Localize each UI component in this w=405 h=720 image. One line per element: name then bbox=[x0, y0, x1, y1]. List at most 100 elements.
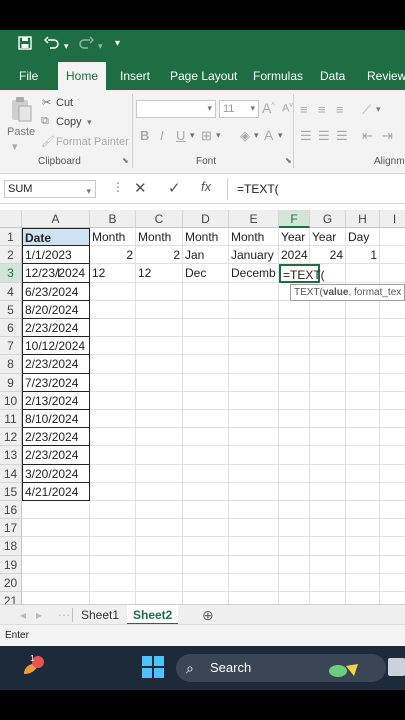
enter-icon[interactable]: ✓ bbox=[168, 179, 181, 197]
row-header-3[interactable]: 3 bbox=[0, 264, 22, 283]
cell-c8[interactable] bbox=[136, 355, 183, 374]
cell-e10[interactable] bbox=[229, 391, 279, 410]
align-bottom-icon[interactable]: ≡ bbox=[336, 102, 344, 117]
cell-g7[interactable] bbox=[310, 337, 346, 356]
cell-e1[interactable]: Month bbox=[229, 228, 279, 247]
outdent-icon[interactable]: ⇥ bbox=[382, 128, 393, 144]
font-color-icon[interactable]: A bbox=[264, 127, 273, 143]
cell-d12[interactable] bbox=[183, 428, 229, 447]
cell-h7[interactable] bbox=[346, 337, 380, 356]
row-header-2[interactable]: 2 bbox=[0, 246, 22, 265]
font-color-dropdown-icon[interactable]: ▾ bbox=[278, 130, 283, 141]
row-header-7[interactable]: 7 bbox=[0, 337, 22, 356]
row-header-8[interactable]: 8 bbox=[0, 355, 22, 374]
name-box[interactable]: SUM ▾ bbox=[4, 180, 96, 198]
align-left-icon[interactable]: ☰ bbox=[300, 128, 312, 144]
paste-icon[interactable] bbox=[10, 96, 32, 125]
font-launcher-icon[interactable]: ⬊ bbox=[285, 156, 292, 165]
row-header-4[interactable]: 4 bbox=[0, 282, 22, 301]
cell-h11[interactable] bbox=[346, 410, 380, 429]
cell-b1[interactable]: Month bbox=[90, 228, 136, 247]
row-header-15[interactable]: 15 bbox=[0, 482, 22, 501]
taskbar-search[interactable]: ⌕ Search bbox=[176, 654, 386, 682]
cell-f8[interactable] bbox=[279, 355, 310, 374]
cell-g2[interactable]: 24 bbox=[310, 246, 346, 265]
cell-a19[interactable] bbox=[22, 555, 90, 574]
cell-h16[interactable] bbox=[346, 501, 380, 520]
cell-c21[interactable] bbox=[136, 592, 183, 604]
cell-b16[interactable] bbox=[90, 501, 136, 520]
cell-b5[interactable] bbox=[90, 300, 136, 319]
italic-button[interactable]: I bbox=[160, 128, 164, 143]
row-header-1[interactable]: 1 bbox=[0, 228, 22, 247]
cell-i8[interactable] bbox=[380, 355, 405, 374]
cell-f20[interactable] bbox=[279, 573, 310, 592]
cell-e6[interactable] bbox=[229, 319, 279, 338]
font-name-select[interactable]: ▾ bbox=[136, 100, 216, 118]
cell-c11[interactable] bbox=[136, 410, 183, 429]
cell-f13[interactable] bbox=[279, 446, 310, 465]
cell-a2[interactable]: 1/1/2023 bbox=[22, 246, 90, 265]
row-header-5[interactable]: 5 bbox=[0, 300, 22, 319]
cell-f14[interactable] bbox=[279, 464, 310, 483]
fill-dropdown-icon[interactable]: ▾ bbox=[254, 130, 259, 141]
row-header-6[interactable]: 6 bbox=[0, 319, 22, 338]
cell-i5[interactable] bbox=[380, 301, 405, 319]
cell-c17[interactable] bbox=[136, 519, 183, 538]
cell-d6[interactable] bbox=[183, 319, 229, 338]
row-header-16[interactable]: 16 bbox=[0, 501, 22, 520]
cell-a7[interactable]: 10/12/2024 bbox=[22, 337, 90, 356]
cell-d10[interactable] bbox=[183, 391, 229, 410]
cell-g9[interactable] bbox=[310, 373, 346, 392]
copy-icon[interactable]: ⧉ bbox=[41, 115, 49, 128]
cell-g11[interactable] bbox=[310, 410, 346, 429]
save-icon[interactable] bbox=[18, 36, 32, 54]
cell-a9[interactable]: 7/23/2024 bbox=[22, 373, 90, 392]
indent-icon[interactable]: ⇤ bbox=[362, 128, 373, 144]
row-header-19[interactable]: 19 bbox=[0, 555, 22, 574]
cell-f21[interactable] bbox=[279, 592, 310, 604]
cell-a4[interactable]: 6/23/2024 bbox=[22, 282, 90, 301]
row-header-9[interactable]: 9 bbox=[0, 373, 22, 392]
cell-b18[interactable] bbox=[90, 537, 136, 556]
row-header-21[interactable]: 21 bbox=[0, 592, 22, 604]
cell-b4[interactable] bbox=[90, 282, 136, 301]
cell-c16[interactable] bbox=[136, 501, 183, 520]
cell-b17[interactable] bbox=[90, 519, 136, 538]
cell-f6[interactable] bbox=[279, 319, 310, 338]
insert-function-button[interactable]: fx bbox=[201, 179, 211, 194]
cell-c14[interactable] bbox=[136, 464, 183, 483]
cell-g21[interactable] bbox=[310, 592, 346, 604]
cell-f16[interactable] bbox=[279, 501, 310, 520]
cell-h14[interactable] bbox=[346, 464, 380, 483]
cell-d2[interactable]: Jan bbox=[183, 246, 229, 265]
cell-e9[interactable] bbox=[229, 373, 279, 392]
cell-f5[interactable] bbox=[279, 300, 310, 319]
cell-i14[interactable] bbox=[380, 465, 405, 483]
cell-e3[interactable]: Decemb bbox=[229, 264, 279, 283]
cell-c20[interactable] bbox=[136, 573, 183, 592]
cell-b13[interactable] bbox=[90, 446, 136, 465]
cell-i6[interactable] bbox=[380, 319, 405, 338]
cell-a8[interactable]: 2/23/2024 bbox=[22, 355, 90, 374]
cell-g19[interactable] bbox=[310, 555, 346, 574]
cell-c1[interactable]: Month bbox=[136, 228, 183, 247]
cell-i10[interactable] bbox=[380, 392, 405, 410]
tab-insert[interactable]: Insert bbox=[120, 62, 150, 90]
customize-toolbar-icon[interactable]: ▾ bbox=[115, 38, 120, 49]
cell-b6[interactable] bbox=[90, 319, 136, 338]
cell-c15[interactable] bbox=[136, 482, 183, 501]
borders-icon[interactable]: ⊞ bbox=[201, 128, 212, 144]
cell-a6[interactable]: 2/23/2024 bbox=[22, 319, 90, 338]
cell-i12[interactable] bbox=[380, 428, 405, 447]
tooltip-function[interactable]: TEXT( bbox=[294, 287, 323, 298]
cell-f17[interactable] bbox=[279, 519, 310, 538]
cell-e4[interactable] bbox=[229, 282, 279, 301]
spreadsheet-grid[interactable]: A B C D E F G H I 1 Date Month Month Month Month Year Ye… bbox=[0, 210, 405, 604]
underline-dropdown-icon[interactable]: ▾ bbox=[190, 130, 195, 141]
cell-g12[interactable] bbox=[310, 428, 346, 447]
cell-i9[interactable] bbox=[380, 374, 405, 392]
column-header-f[interactable]: F bbox=[279, 210, 310, 228]
tab-page-layout[interactable]: Page Layout bbox=[170, 62, 237, 90]
column-header-d[interactable]: D bbox=[183, 210, 229, 228]
